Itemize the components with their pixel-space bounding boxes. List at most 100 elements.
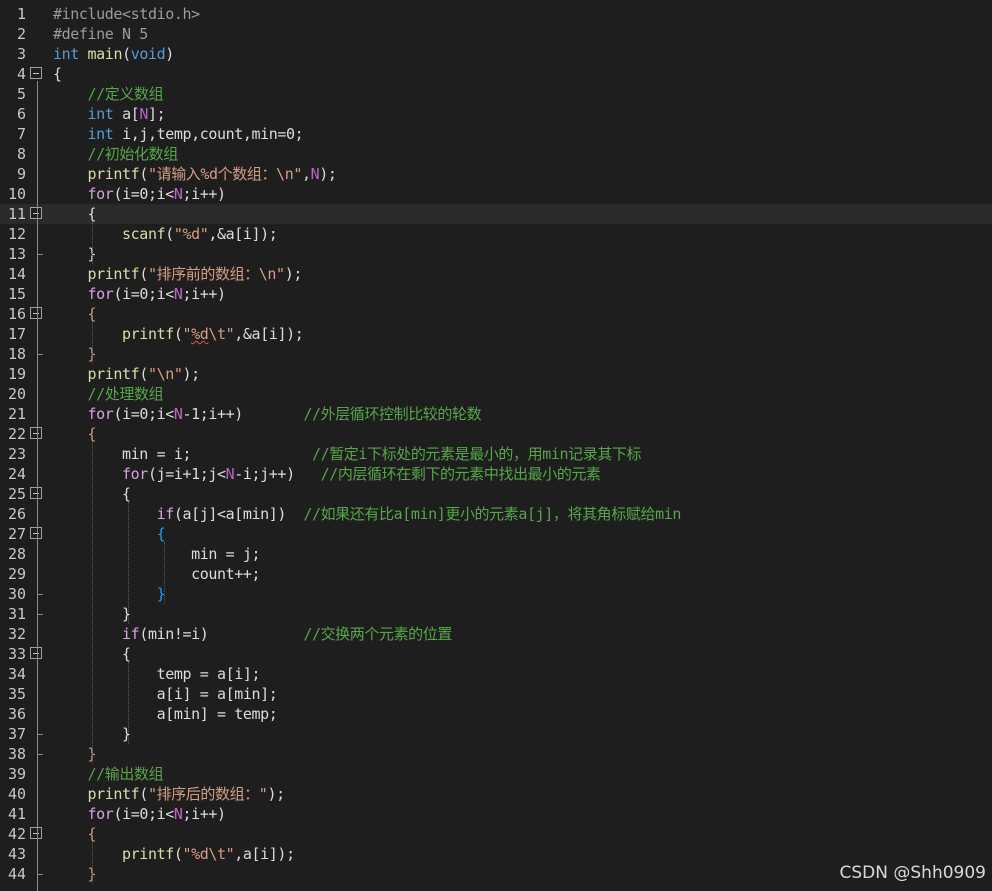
code-line[interactable]: 1 #include<stdio.h>: [0, 4, 992, 24]
code-line[interactable]: 30 }: [0, 584, 992, 604]
code-text[interactable]: if(a[j]<a[min]) //如果还有比a[min]更小的元素a[j]，将…: [53, 504, 682, 524]
line-number: 11: [7, 205, 26, 223]
code-line[interactable]: 40 printf("排序后的数组：");: [0, 784, 992, 804]
code-token: (: [165, 225, 174, 243]
code-line[interactable]: 43 printf("%d\t",a[i]);: [0, 844, 992, 864]
code-text[interactable]: printf("\n");: [53, 364, 201, 384]
code-line[interactable]: 11 {: [0, 204, 992, 224]
code-token: //内层循环在剩下的元素中找出最小的元素: [320, 465, 601, 483]
code-text[interactable]: for(i=0;i<N;i++): [53, 804, 227, 824]
code-line[interactable]: 15 for(i=0;i<N;i++): [0, 284, 992, 304]
code-token: {: [122, 645, 131, 663]
code-text[interactable]: //处理数组: [53, 384, 164, 404]
code-line[interactable]: 3 int main(void): [0, 44, 992, 64]
code-line[interactable]: 24 for(j=i+1;j<N-i;j++) //内层循环在剩下的元素中找出最…: [0, 464, 992, 484]
code-line[interactable]: 18 }: [0, 344, 992, 364]
code-line[interactable]: 32 if(min!=i) //交换两个元素的位置: [0, 624, 992, 644]
code-line[interactable]: 42 {: [0, 824, 992, 844]
code-line[interactable]: 13 }: [0, 244, 992, 264]
code-token: if: [122, 625, 140, 643]
code-text[interactable]: }: [53, 244, 97, 264]
code-token: a[i] = a[min];: [53, 685, 278, 703]
code-line[interactable]: 25 {: [0, 484, 992, 504]
code-line[interactable]: 5 //定义数组: [0, 84, 992, 104]
code-text[interactable]: min = i; //暂定i下标处的元素是最小的，用min记录其下标: [53, 444, 641, 464]
code-text[interactable]: int i,j,temp,count,min=0;: [53, 124, 304, 144]
code-line[interactable]: 19 printf("\n");: [0, 364, 992, 384]
code-text[interactable]: {: [53, 64, 62, 84]
code-line[interactable]: 23 min = i; //暂定i下标处的元素是最小的，用min记录其下标: [0, 444, 992, 464]
code-line[interactable]: 21 for(i=0;i<N-1;i++) //外层循环控制比较的轮数: [0, 404, 992, 424]
code-text[interactable]: }: [53, 344, 97, 364]
code-text[interactable]: #include<stdio.h>: [53, 4, 200, 24]
code-line[interactable]: 14 printf("排序前的数组：\n");: [0, 264, 992, 284]
code-token: for: [87, 805, 114, 823]
code-editor[interactable]: 1 #include<stdio.h> 2 #define N 5 3 int main(…: [0, 0, 992, 891]
code-text[interactable]: for(i=0;i<N;i++): [53, 284, 227, 304]
code-text[interactable]: if(min!=i) //交换两个元素的位置: [53, 624, 452, 644]
code-line[interactable]: 7 int i,j,temp,count,min=0;: [0, 124, 992, 144]
code-line[interactable]: 17 printf("%d\t",&a[i]);: [0, 324, 992, 344]
code-line[interactable]: 26 if(a[j]<a[min]) //如果还有比a[min]更小的元素a[j…: [0, 504, 992, 524]
code-line[interactable]: 33 {: [0, 644, 992, 664]
code-text[interactable]: {: [53, 424, 97, 444]
code-line[interactable]: 12 scanf("%d",&a[i]);: [0, 224, 992, 244]
code-text[interactable]: printf("排序前的数组：\n");: [53, 264, 303, 284]
code-text[interactable]: count++;: [53, 564, 260, 584]
code-line[interactable]: 29 count++;: [0, 564, 992, 584]
code-line[interactable]: 22 {: [0, 424, 992, 444]
line-number: 20: [7, 385, 26, 403]
code-line[interactable]: 9 printf("请输入%d个数组：\n",N);: [0, 164, 992, 184]
code-line[interactable]: 37 }: [0, 724, 992, 744]
code-text[interactable]: #define N 5: [53, 24, 148, 44]
code-text[interactable]: int main(void): [53, 44, 174, 64]
line-number: 41: [7, 805, 26, 823]
code-text[interactable]: for(i=0;i<N-1;i++) //外层循环控制比较的轮数: [53, 404, 482, 424]
code-text[interactable]: printf("%d\t",&a[i]);: [53, 324, 304, 344]
code-line[interactable]: 4{: [0, 64, 992, 84]
code-text[interactable]: //输出数组: [53, 764, 164, 784]
code-line[interactable]: 6 int a[N];: [0, 104, 992, 124]
code-text[interactable]: //初始化数组: [53, 144, 179, 164]
line-number: 12: [7, 225, 26, 243]
code-text[interactable]: printf("%d\t",a[i]);: [53, 844, 295, 864]
code-line[interactable]: 2 #define N 5: [0, 24, 992, 44]
code-line[interactable]: 20 //处理数组: [0, 384, 992, 404]
code-line[interactable]: 36 a[min] = temp;: [0, 704, 992, 724]
line-number: 22: [7, 425, 26, 443]
code-text[interactable]: scanf("%d",&a[i]);: [53, 224, 278, 244]
code-text[interactable]: }: [53, 744, 97, 764]
code-text[interactable]: //定义数组: [53, 84, 164, 104]
code-text[interactable]: {: [53, 204, 97, 224]
code-token: min = j;: [53, 545, 261, 563]
code-line[interactable]: 27 {: [0, 524, 992, 544]
code-line[interactable]: 31 }: [0, 604, 992, 624]
code-line[interactable]: 35 a[i] = a[min];: [0, 684, 992, 704]
code-line[interactable]: 38 }: [0, 744, 992, 764]
code-token: }: [122, 725, 131, 743]
code-line[interactable]: 28 min = j;: [0, 544, 992, 564]
code-text[interactable]: temp = a[i];: [53, 664, 261, 684]
code-text[interactable]: }: [53, 584, 166, 604]
code-text[interactable]: for(j=i+1;j<N-i;j++) //内层循环在剩下的元素中找出最小的元…: [53, 464, 601, 484]
code-text[interactable]: printf("请输入%d个数组：\n",N);: [53, 164, 337, 184]
code-line[interactable]: 10 for(i=0;i<N;i++): [0, 184, 992, 204]
code-text[interactable]: printf("排序后的数组：");: [53, 784, 286, 804]
code-text[interactable]: a[i] = a[min];: [53, 684, 278, 704]
code-text[interactable]: a[min] = temp;: [53, 704, 278, 724]
code-line[interactable]: 39 //输出数组: [0, 764, 992, 784]
code-line[interactable]: 41 for(i=0;i<N;i++): [0, 804, 992, 824]
code-line[interactable]: 34 temp = a[i];: [0, 664, 992, 684]
code-text[interactable]: {: [53, 524, 166, 544]
code-text[interactable]: {: [53, 824, 97, 844]
code-text[interactable]: }: [53, 864, 97, 884]
code-line[interactable]: 16 {: [0, 304, 992, 324]
fold-end-marker: [37, 734, 43, 735]
line-number: 7: [16, 125, 26, 143]
code-text[interactable]: int a[N];: [53, 104, 166, 124]
line-number: 5: [16, 85, 26, 103]
code-text[interactable]: min = j;: [53, 544, 260, 564]
code-text[interactable]: for(i=0;i<N;i++): [53, 184, 227, 204]
code-line[interactable]: 8 //初始化数组: [0, 144, 992, 164]
code-text[interactable]: {: [53, 304, 97, 324]
